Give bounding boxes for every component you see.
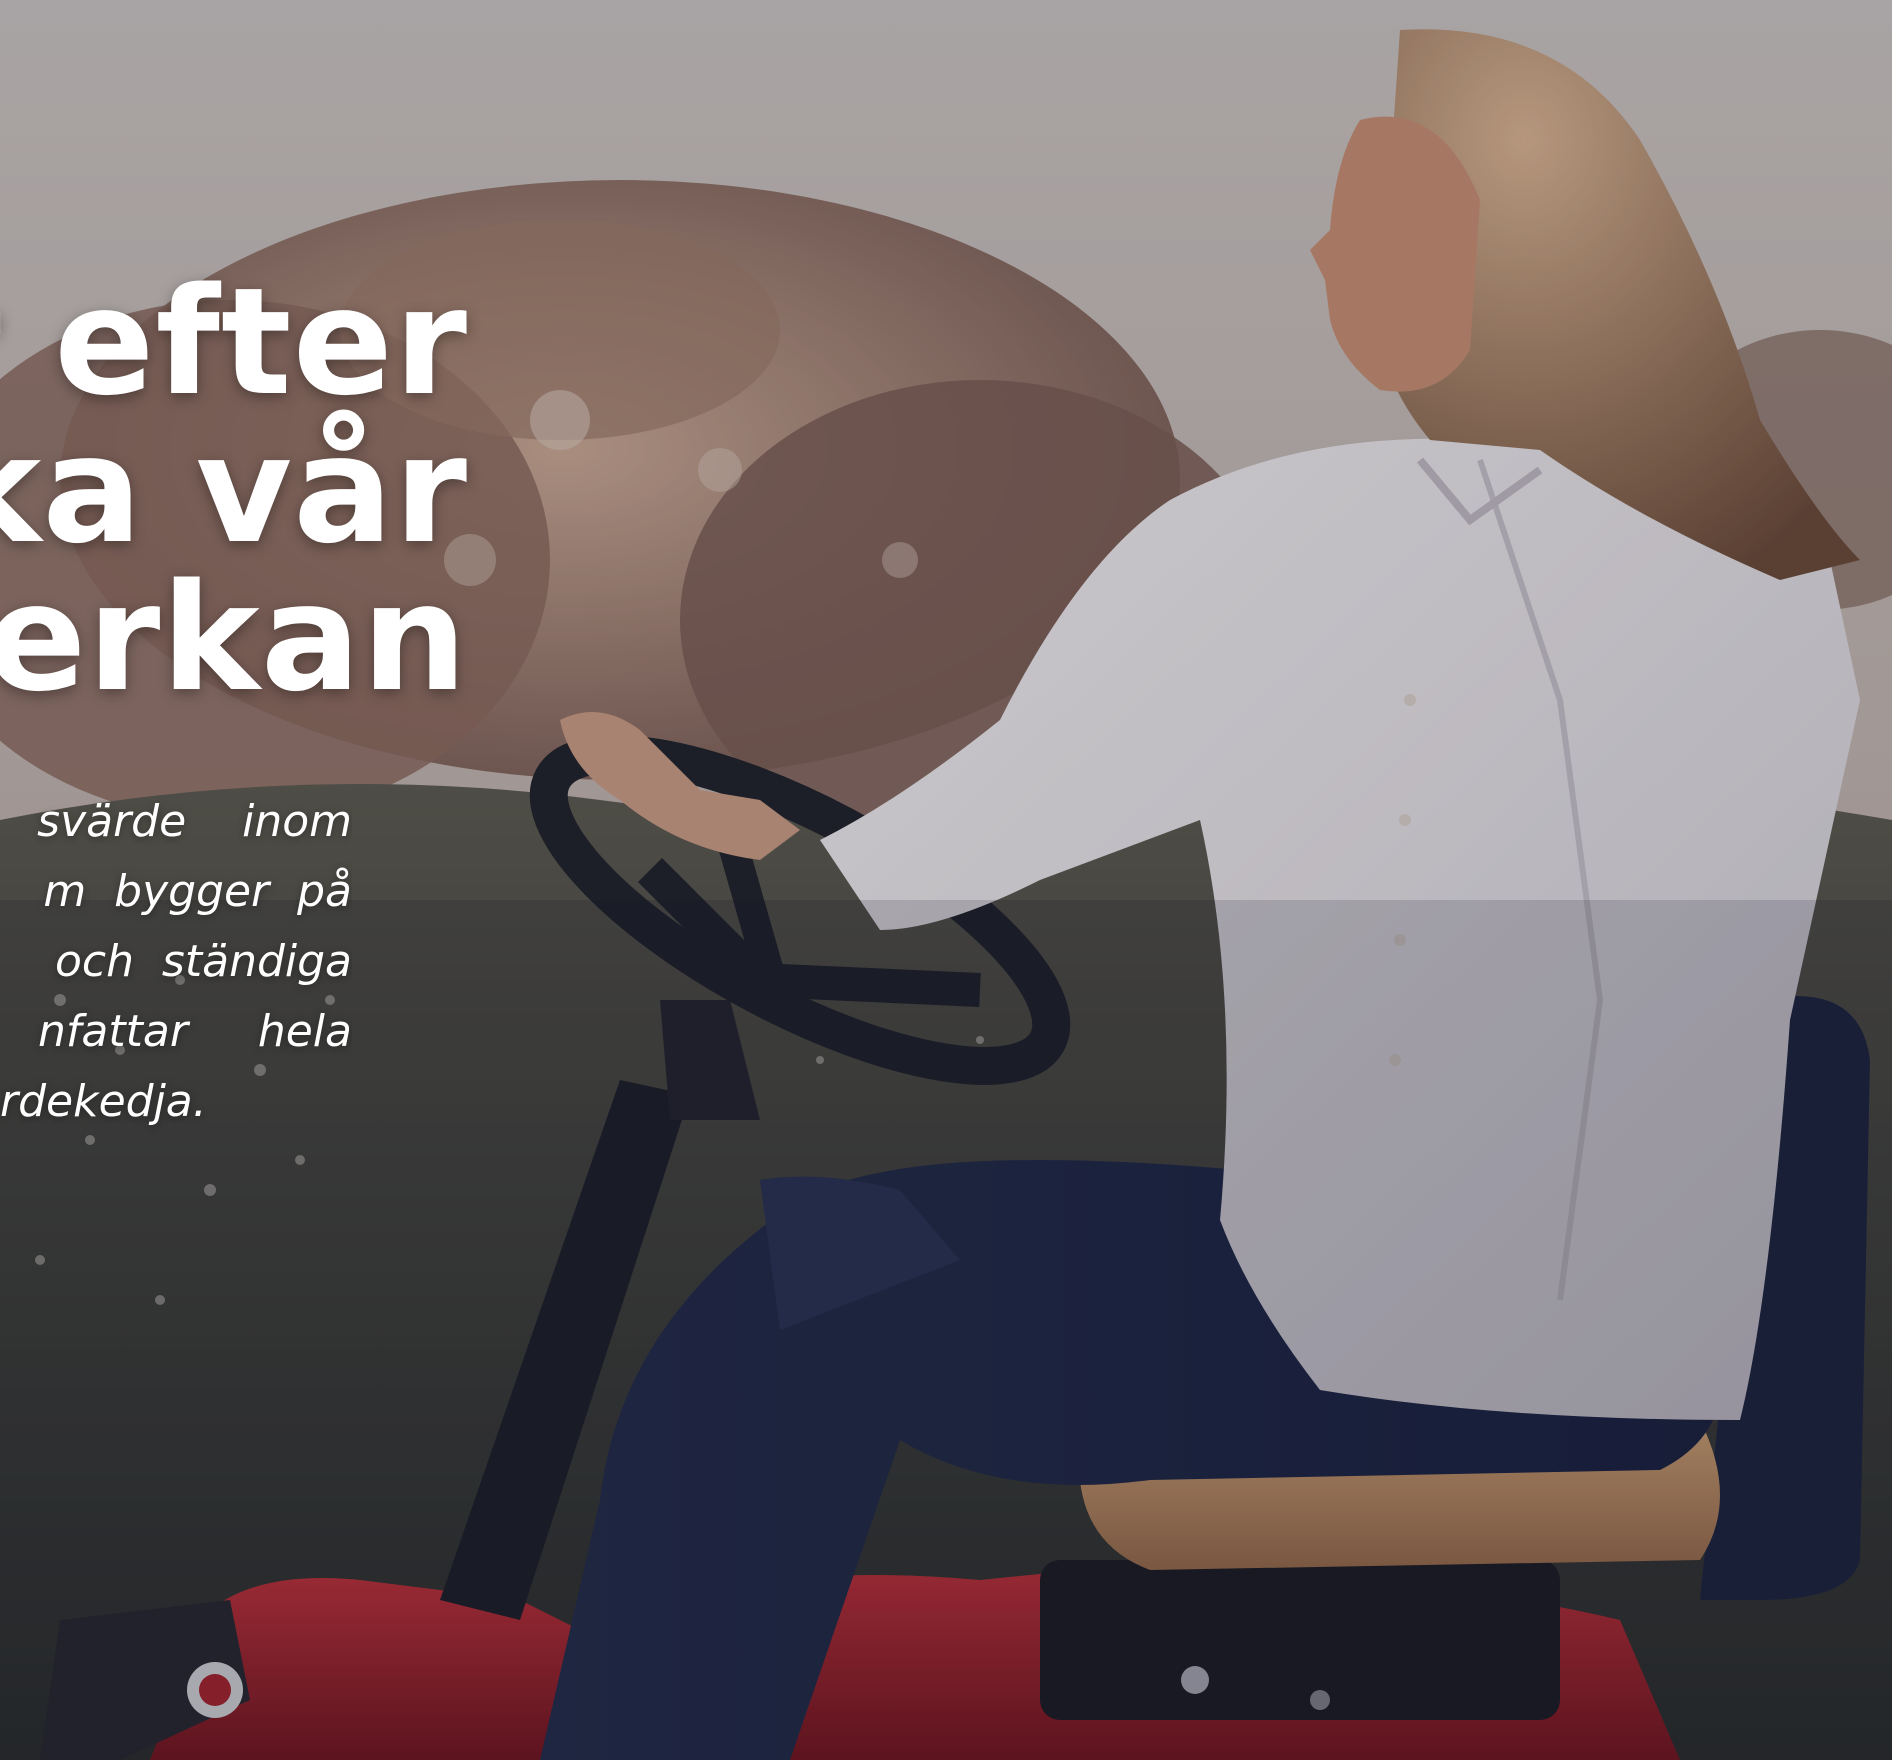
body-line-3: och ständiga	[26, 936, 352, 987]
body-paragraph: svärde inom m bygger på och ständiga nfa…	[0, 800, 352, 1150]
body-line-2: m bygger på	[43, 866, 352, 917]
headline-line-1: r efter	[0, 268, 468, 428]
body-line-5: rdekedja.	[0, 1076, 207, 1127]
body-line-1: svärde inom	[37, 800, 352, 847]
headline: r efter ka vår erkan	[0, 268, 520, 748]
body-line-4: nfattar hela	[38, 1006, 352, 1057]
headline-line-3: erkan	[0, 552, 468, 724]
headline-line-2: ka vår	[0, 404, 468, 576]
